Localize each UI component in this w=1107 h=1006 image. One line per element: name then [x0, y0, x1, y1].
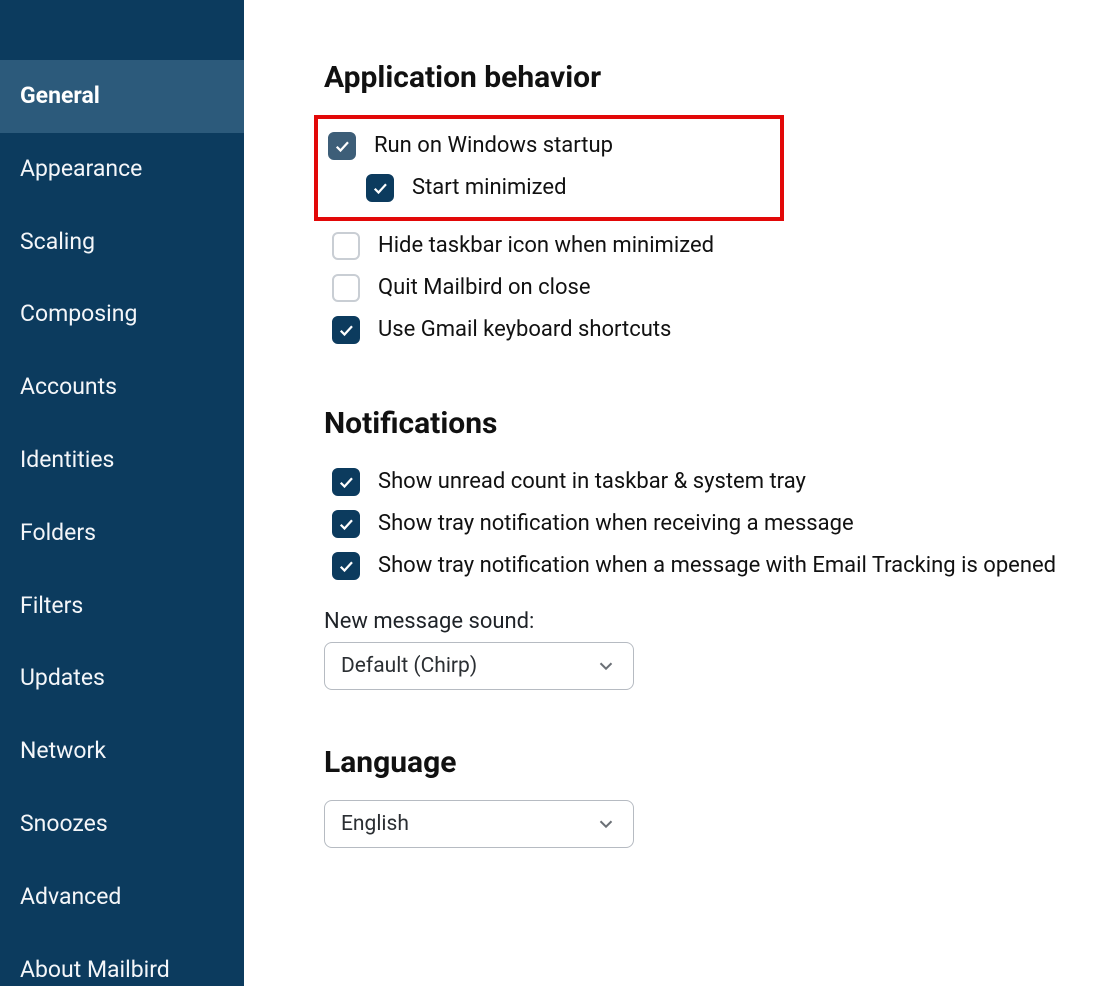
row-tray-on-receive: Show tray notification when receiving a …: [324, 503, 1087, 545]
label-gmail-shortcuts: Use Gmail keyboard shortcuts: [378, 317, 671, 343]
checkbox-start-minimized[interactable]: [366, 174, 394, 202]
row-start-minimized: Start minimized: [320, 167, 774, 209]
check-icon: [333, 137, 351, 155]
highlight-startup-options: Run on Windows startup Start minimized: [314, 115, 784, 221]
section-application-behavior: Application behavior Run on Windows star…: [324, 60, 1087, 351]
sidebar-item-snoozes[interactable]: Snoozes: [0, 788, 244, 861]
checkbox-tray-on-receive[interactable]: [332, 510, 360, 538]
settings-sidebar: General Appearance Scaling Composing Acc…: [0, 0, 244, 986]
label-tray-on-tracked: Show tray notification when a message wi…: [378, 553, 1056, 579]
checkbox-gmail-shortcuts[interactable]: [332, 316, 360, 344]
select-new-message-sound-value: Default (Chirp): [341, 654, 477, 678]
row-gmail-shortcuts: Use Gmail keyboard shortcuts: [324, 309, 1087, 351]
checkbox-run-on-startup[interactable]: [328, 132, 356, 160]
section-language: Language English: [324, 745, 1087, 848]
label-run-on-startup: Run on Windows startup: [374, 133, 613, 159]
label-new-message-sound: New message sound:: [324, 609, 1087, 634]
row-run-on-startup: Run on Windows startup: [320, 125, 774, 167]
chevron-down-icon: [595, 655, 617, 677]
sidebar-item-updates[interactable]: Updates: [0, 642, 244, 715]
select-new-message-sound[interactable]: Default (Chirp): [324, 642, 634, 690]
label-quit-on-close: Quit Mailbird on close: [378, 275, 591, 301]
sidebar-item-accounts[interactable]: Accounts: [0, 351, 244, 424]
sidebar-item-identities[interactable]: Identities: [0, 424, 244, 497]
checkbox-unread-count[interactable]: [332, 468, 360, 496]
section-title-notifications: Notifications: [324, 406, 1087, 441]
check-icon: [337, 557, 355, 575]
sidebar-item-general[interactable]: General: [0, 60, 244, 133]
label-unread-count: Show unread count in taskbar & system tr…: [378, 469, 806, 495]
sidebar-item-folders[interactable]: Folders: [0, 497, 244, 570]
label-hide-taskbar: Hide taskbar icon when minimized: [378, 233, 714, 259]
settings-content: Application behavior Run on Windows star…: [244, 0, 1107, 986]
chevron-down-icon: [595, 813, 617, 835]
check-icon: [371, 179, 389, 197]
select-language-value: English: [341, 812, 409, 836]
checkbox-hide-taskbar[interactable]: [332, 232, 360, 260]
check-icon: [337, 321, 355, 339]
check-icon: [337, 473, 355, 491]
sidebar-item-composing[interactable]: Composing: [0, 278, 244, 351]
section-title-language: Language: [324, 745, 1087, 780]
row-hide-taskbar: Hide taskbar icon when minimized: [324, 225, 1087, 267]
sidebar-item-about-mailbird[interactable]: About Mailbird: [0, 934, 244, 1006]
sidebar-item-network[interactable]: Network: [0, 715, 244, 788]
sidebar-item-scaling[interactable]: Scaling: [0, 206, 244, 279]
check-icon: [337, 515, 355, 533]
sidebar-item-filters[interactable]: Filters: [0, 570, 244, 643]
checkbox-tray-on-tracked[interactable]: [332, 552, 360, 580]
sidebar-item-advanced[interactable]: Advanced: [0, 861, 244, 934]
checkbox-quit-on-close[interactable]: [332, 274, 360, 302]
section-notifications: Notifications Show unread count in taskb…: [324, 406, 1087, 690]
sidebar-item-appearance[interactable]: Appearance: [0, 133, 244, 206]
row-tray-on-tracked: Show tray notification when a message wi…: [324, 545, 1087, 587]
label-tray-on-receive: Show tray notification when receiving a …: [378, 511, 854, 537]
section-title-app-behavior: Application behavior: [324, 60, 1087, 95]
row-quit-on-close: Quit Mailbird on close: [324, 267, 1087, 309]
select-language[interactable]: English: [324, 800, 634, 848]
row-unread-count: Show unread count in taskbar & system tr…: [324, 461, 1087, 503]
label-start-minimized: Start minimized: [412, 175, 566, 201]
